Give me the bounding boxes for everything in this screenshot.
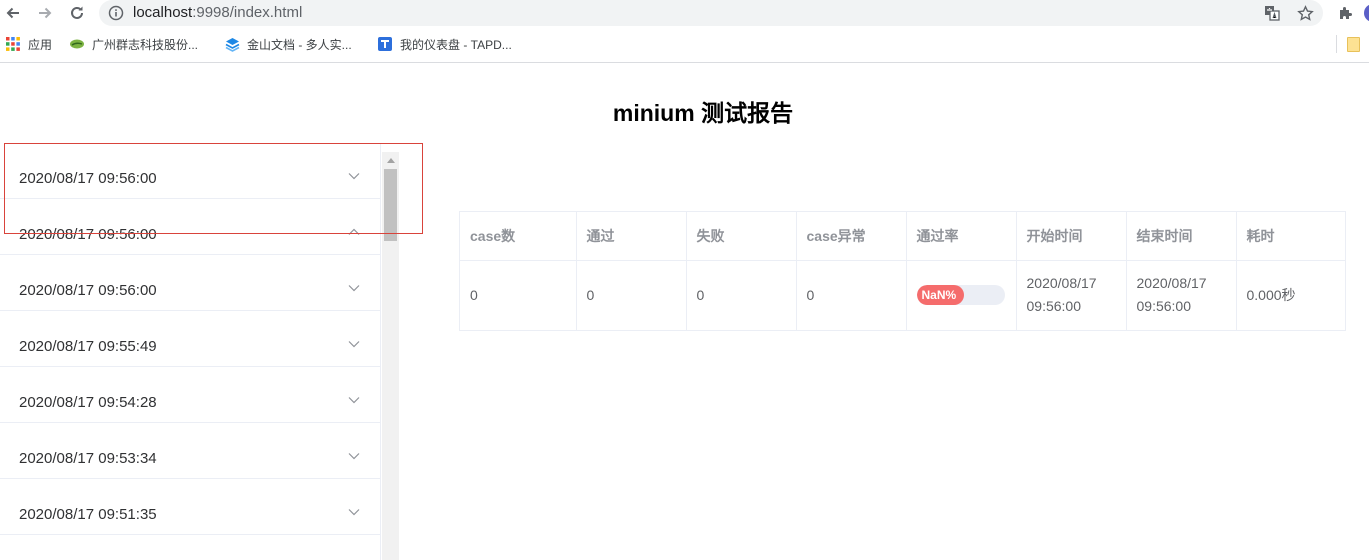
header-failed: 失败	[686, 212, 797, 261]
chevron-down-icon	[347, 395, 361, 405]
page-title: minium 测试报告	[612, 100, 794, 126]
report-sidebar: 2020/08/17 09:56:00 2020/08/17 09:56:00 …	[0, 143, 399, 560]
table-header-row: case数 通过 失败 case异常 通过率 开始时间 结束时间 耗时	[460, 212, 1345, 261]
report-timestamp: 2020/08/17 09:56:00	[19, 226, 157, 243]
scroll-up-arrow-icon[interactable]	[382, 152, 399, 169]
apps-grid-icon	[5, 36, 21, 52]
chevron-up-icon	[347, 227, 361, 237]
report-list: 2020/08/17 09:56:00 2020/08/17 09:56:00 …	[0, 143, 381, 560]
cell-end-time: 2020/08/17 09:56:00	[1126, 260, 1237, 330]
bookmarks-bar: 应用 广州群志科技股份... 金山文档 - 多人实... 我的仪表盘 - TAP…	[0, 32, 1369, 56]
report-timestamp: 2020/08/17 09:56:00	[19, 282, 157, 299]
report-list-item[interactable]: 2020/08/17 09:54:28	[0, 367, 381, 423]
translate-icon[interactable]	[1262, 3, 1282, 23]
tapd-icon	[377, 36, 393, 52]
header-duration: 耗时	[1236, 212, 1345, 261]
info-icon[interactable]	[107, 4, 125, 22]
cell-case-count: 0	[460, 260, 577, 330]
report-list-item[interactable]: 2020/08/17 09:56:00	[0, 143, 381, 199]
bookmark-star-icon[interactable]	[1295, 3, 1315, 23]
summary-table: case数 通过 失败 case异常 通过率 开始时间 结束时间 耗时 0 0 …	[459, 211, 1346, 331]
arrow-left-icon	[6, 7, 19, 19]
sidebar-scrollbar[interactable]	[382, 152, 399, 560]
bookmark-qunzhi[interactable]: 广州群志科技股份...	[69, 35, 198, 53]
report-list-item[interactable]: 2020/08/17 09:53:34	[0, 423, 381, 479]
bookmark-label: 我的仪表盘 - TAPD...	[400, 37, 512, 52]
bookmark-label: 应用	[28, 37, 53, 52]
report-list-item[interactable]: 2020/08/17 09:51:35	[0, 479, 381, 535]
report-timestamp: 2020/08/17 09:54:28	[19, 394, 157, 411]
summary-table-grid: case数 通过 失败 case异常 通过率 开始时间 结束时间 耗时 0 0 …	[460, 212, 1345, 330]
profile-avatar-icon[interactable]	[1361, 3, 1369, 23]
chevron-down-icon	[347, 339, 361, 349]
url-path: :9998/index.html	[192, 4, 303, 21]
address-bar[interactable]: localhost:9998/index.html	[99, 0, 1323, 26]
url-text: localhost:9998/index.html	[133, 4, 302, 22]
report-list-item[interactable]: 2020/08/17 09:56:00	[0, 255, 381, 311]
cell-start-time: 2020/08/17 09:56:00	[1016, 260, 1127, 330]
other-bookmarks-folder[interactable]	[1336, 35, 1369, 53]
browser-chrome: localhost:9998/index.html 应用 广州群志科技股份...…	[0, 0, 1369, 63]
forward-button[interactable]	[33, 1, 57, 25]
header-pass-rate: 通过率	[906, 212, 1017, 261]
report-timestamp: 2020/08/17 09:53:34	[19, 450, 157, 467]
end-date: 2020/08/17	[1136, 275, 1207, 292]
header-start-time: 开始时间	[1016, 212, 1127, 261]
bookmark-kdocs[interactable]: 金山文档 - 多人实...	[224, 35, 352, 53]
cell-duration: 0.000秒	[1246, 286, 1296, 303]
chevron-down-icon	[347, 451, 361, 461]
reload-button[interactable]	[65, 1, 89, 25]
header-passed: 通过	[576, 212, 687, 261]
bookmark-label: 广州群志科技股份...	[92, 37, 199, 52]
layers-icon	[224, 36, 240, 52]
report-list-item[interactable]: 2020/08/17 09:56:00	[0, 199, 381, 255]
pass-rate-text: NaN%	[921, 288, 957, 303]
report-list-item[interactable]: 2020/08/17 09:55:49	[0, 311, 381, 367]
header-case-error: case异常	[796, 212, 907, 261]
chevron-down-icon	[347, 171, 361, 181]
report-timestamp: 2020/08/17 09:55:49	[19, 338, 157, 355]
report-timestamp: 2020/08/17 09:51:35	[19, 506, 157, 523]
browser-toolbar: localhost:9998/index.html	[0, 0, 1369, 26]
report-timestamp: 2020/08/17 09:56:00	[19, 170, 157, 187]
chevron-down-icon	[347, 507, 361, 517]
extensions-puzzle-icon[interactable]	[1335, 3, 1355, 23]
bookmark-apps[interactable]: 应用	[5, 35, 52, 53]
folder-icon	[1347, 37, 1360, 52]
back-button[interactable]	[1, 1, 25, 25]
url-host: localhost	[133, 4, 193, 21]
end-clock: 09:56:00	[1136, 298, 1192, 315]
cell-failed: 0	[686, 260, 797, 330]
chevron-down-icon	[347, 283, 361, 293]
start-date: 2020/08/17	[1026, 275, 1097, 292]
header-end-time: 结束时间	[1126, 212, 1237, 261]
table-row: 0 0 0 0 NaN% 2020/08/17 09:56:00 2020/08…	[460, 260, 1345, 330]
header-case-count: case数	[460, 212, 577, 261]
bookmark-label: 金山文档 - 多人实...	[247, 37, 352, 52]
leaf-icon	[69, 36, 85, 52]
start-clock: 09:56:00	[1026, 298, 1082, 315]
scrollbar-thumb[interactable]	[384, 169, 397, 241]
cell-passed: 0	[576, 260, 687, 330]
reload-icon	[71, 6, 83, 19]
arrow-right-icon	[39, 7, 52, 19]
bookmark-tapd[interactable]: 我的仪表盘 - TAPD...	[377, 35, 512, 53]
cell-pass-rate: NaN%	[906, 260, 1017, 330]
pass-rate-progress: NaN%	[916, 285, 1005, 306]
cell-case-error: 0	[796, 260, 907, 330]
